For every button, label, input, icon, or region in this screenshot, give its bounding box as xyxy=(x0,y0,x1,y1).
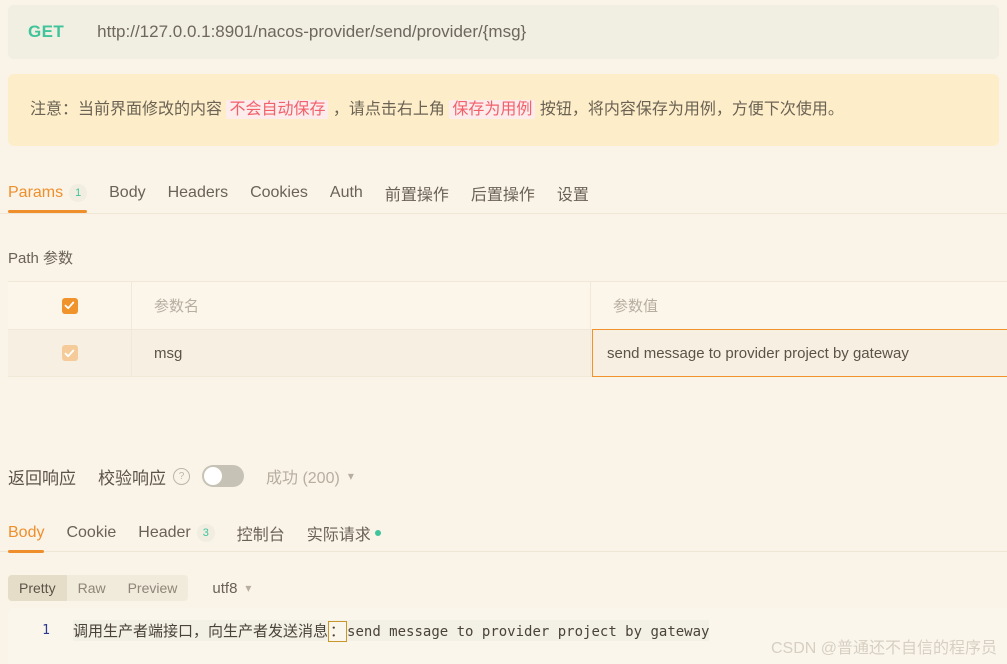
response-tab-cookie[interactable]: Cookie xyxy=(66,512,116,553)
tab-post-operation[interactable]: 后置操作 xyxy=(471,172,535,213)
request-url-input[interactable]: http://127.0.0.1:8901/nacos-provider/sen… xyxy=(97,22,526,42)
param-name-placeholder: 参数名 xyxy=(154,298,200,315)
chevron-down-icon: ▾ xyxy=(347,469,354,483)
response-tab-console[interactable]: 控制台 xyxy=(237,512,285,553)
view-mode-segmented-control: Pretty Raw Preview xyxy=(8,575,189,601)
row-enabled-checkbox[interactable] xyxy=(61,345,78,361)
tab-params-label: Params xyxy=(8,183,64,201)
row-param-value-input[interactable]: send message to provider project by gate… xyxy=(592,329,1007,377)
path-params-section-title: Path 参数 xyxy=(8,250,74,267)
notice-highlight-save-as-case: 保存为用例 xyxy=(449,99,536,119)
notice-suffix: 按钮，将内容保存为用例，方便下次使用。 xyxy=(535,100,844,118)
active-tab-underline xyxy=(8,210,88,213)
request-tab-bar: Params 1 Body Headers Cookies Auth 前置操作 … xyxy=(0,172,1007,214)
response-header: 返回响应 校验响应 ? 成功 (200) ▾ xyxy=(8,461,354,491)
verify-response-label: 校验响应 xyxy=(98,468,166,488)
response-body-colon-highlight: ： xyxy=(328,620,348,642)
tab-params-badge: 1 xyxy=(69,183,88,202)
tab-post-operation-label: 后置操作 xyxy=(470,186,535,204)
param-value-placeholder: 参数值 xyxy=(613,298,659,315)
response-status-label: 成功 (200) xyxy=(266,470,340,487)
help-icon[interactable]: ? xyxy=(173,467,190,485)
request-url-bar[interactable]: GET http://127.0.0.1:8901/nacos-provider… xyxy=(8,5,999,59)
notice-highlight-no-autosave: 不会自动保存 xyxy=(226,99,329,119)
notice-text: 注意：当前界面修改的内容 不会自动保存 ，请点击右上角 保存为用例 按钮，将内容… xyxy=(30,99,844,121)
encoding-chevron-down-icon: ▾ xyxy=(245,581,252,595)
response-viewer-toolbar: Pretty Raw Preview utf8 ▾ xyxy=(8,574,251,602)
response-tab-console-label: 控制台 xyxy=(236,526,285,544)
header-param-value-cell: 参数值 xyxy=(591,282,1007,329)
verify-response-toggle[interactable] xyxy=(202,465,244,487)
notice-banner: 注意：当前界面修改的内容 不会自动保存 ，请点击右上角 保存为用例 按钮，将内容… xyxy=(8,74,999,146)
http-method-label: GET xyxy=(28,22,65,41)
row-param-name-input[interactable]: msg xyxy=(132,330,591,376)
tab-headers[interactable]: Headers xyxy=(168,172,228,213)
tab-cookies[interactable]: Cookies xyxy=(250,172,308,213)
code-line: 1 调用生产者端接口，向生产者发送消息： send message to prov… xyxy=(8,617,1007,643)
tab-pre-operation-label: 前置操作 xyxy=(384,186,449,204)
header-checkbox-cell xyxy=(8,282,132,329)
view-mode-raw[interactable]: Raw xyxy=(67,575,117,601)
view-mode-preview[interactable]: Preview xyxy=(117,575,189,601)
response-tab-body-label: Body xyxy=(8,523,45,541)
response-tab-header-label: Header xyxy=(138,523,191,541)
modified-dot-icon xyxy=(374,529,381,536)
row-param-name-text: msg xyxy=(154,344,183,362)
response-active-tab-underline xyxy=(8,550,45,553)
header-param-name-cell: 参数名 xyxy=(132,282,591,329)
tab-params[interactable]: Params 1 xyxy=(8,172,88,213)
response-body-text-en: send message to provider project by gate… xyxy=(347,623,710,640)
response-tab-actual-request[interactable]: 实际请求 xyxy=(307,512,381,553)
response-status-selector[interactable]: 成功 (200) ▾ xyxy=(266,464,354,488)
response-tab-header-badge: 3 xyxy=(196,523,215,542)
response-tab-body[interactable]: Body xyxy=(8,512,45,553)
table-header-row: 参数名 参数值 xyxy=(8,281,1007,329)
tab-auth[interactable]: Auth xyxy=(330,172,363,213)
response-tab-cookie-label: Cookie xyxy=(66,523,117,541)
line-number: 1 xyxy=(42,622,50,638)
toggle-knob xyxy=(204,467,222,485)
tab-auth-label: Auth xyxy=(329,183,363,201)
notice-prefix: 注意：当前界面修改的内容 xyxy=(30,100,227,118)
tab-cookies-label: Cookies xyxy=(250,183,308,201)
notice-middle: ，请点击右上角 xyxy=(328,100,450,118)
response-section-title: 返回响应 xyxy=(8,468,76,488)
response-body-viewer[interactable]: 1 调用生产者端接口，向生产者发送消息： send message to prov… xyxy=(8,608,1007,664)
tab-settings[interactable]: 设置 xyxy=(557,172,589,213)
response-tab-header[interactable]: Header 3 xyxy=(138,512,215,553)
row-checkbox-cell xyxy=(8,330,132,376)
select-all-checkbox[interactable] xyxy=(61,297,78,314)
tab-body[interactable]: Body xyxy=(109,172,145,213)
response-body-text-cn: 调用生产者端接口，向生产者发送消息 xyxy=(73,622,329,640)
response-tab-bar: Body Cookie Header 3 控制台 实际请求 xyxy=(0,512,1007,553)
response-tab-actual-request-label: 实际请求 xyxy=(306,526,371,544)
tab-headers-label: Headers xyxy=(167,183,229,201)
tab-body-label: Body xyxy=(109,183,146,201)
tab-settings-label: 设置 xyxy=(556,186,589,204)
tab-pre-operation[interactable]: 前置操作 xyxy=(385,172,449,213)
view-mode-pretty[interactable]: Pretty xyxy=(8,575,67,601)
encoding-selector[interactable]: utf8 ▾ xyxy=(212,580,251,597)
response-body-text: 调用生产者端接口，向生产者发送消息： send message to provid… xyxy=(73,619,710,642)
row-param-value-text: send message to provider project by gate… xyxy=(607,344,909,362)
encoding-label: utf8 xyxy=(212,579,238,597)
